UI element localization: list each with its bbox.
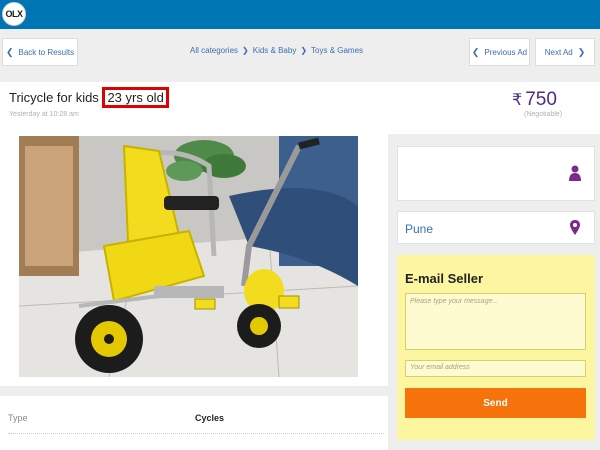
logo-text: OLX [5,9,23,19]
breadcrumb-all-categories[interactable]: All categories [190,46,238,55]
send-button[interactable]: Send [405,388,586,418]
breadcrumb-toys-games[interactable]: Toys & Games [311,46,363,55]
breadcrumb-kids-baby[interactable]: Kids & Baby [253,46,297,55]
seller-user-box [397,146,595,201]
detail-type-label: Type [8,413,28,423]
ad-photo[interactable] [19,136,358,377]
message-textarea[interactable]: Please type your message... [405,293,586,350]
divider [8,433,384,434]
detail-type-value: Cycles [195,413,225,423]
ad-title: Tricycle for kids 23 yrs old [9,87,169,108]
ad-title-highlight: 23 yrs old [102,87,169,108]
olx-logo[interactable]: OLX [2,2,26,26]
previous-ad-button[interactable]: ❮ Previous Ad [469,38,530,66]
back-to-results-button[interactable]: ❮ Back to Results [2,38,78,66]
breadcrumb: All categories ❯ Kids & Baby ❯ Toys & Ga… [190,46,363,55]
top-bar: OLX [0,0,600,29]
price: ₹750 [512,89,557,111]
posted-time: Yesterday at 10:28 am [9,111,79,118]
chevron-right-icon: ❯ [300,46,308,55]
email-field[interactable]: Your email address [405,360,586,377]
rupee-icon: ₹ [512,92,523,109]
tricycle-photo [19,136,358,377]
location-text: Pune [405,222,434,236]
negotiable-label: (Negotiable) [524,111,563,118]
details-panel [0,396,388,450]
previous-ad-label: Previous Ad [484,47,528,57]
price-value: 750 [525,89,557,110]
email-seller-title: E-mail Seller [405,271,484,286]
ad-title-text: Tricycle for kids [9,90,99,105]
chevron-left-icon: ❮ [471,46,480,57]
next-ad-label: Next Ad [544,47,573,57]
next-ad-button[interactable]: Next Ad ❯ [535,38,595,66]
chevron-right-icon: ❯ [577,46,586,57]
chevron-left-icon: ❮ [5,46,14,57]
user-icon [569,165,581,181]
chevron-right-icon: ❯ [242,46,249,55]
back-label: Back to Results [18,47,75,57]
map-pin-icon [570,220,580,235]
